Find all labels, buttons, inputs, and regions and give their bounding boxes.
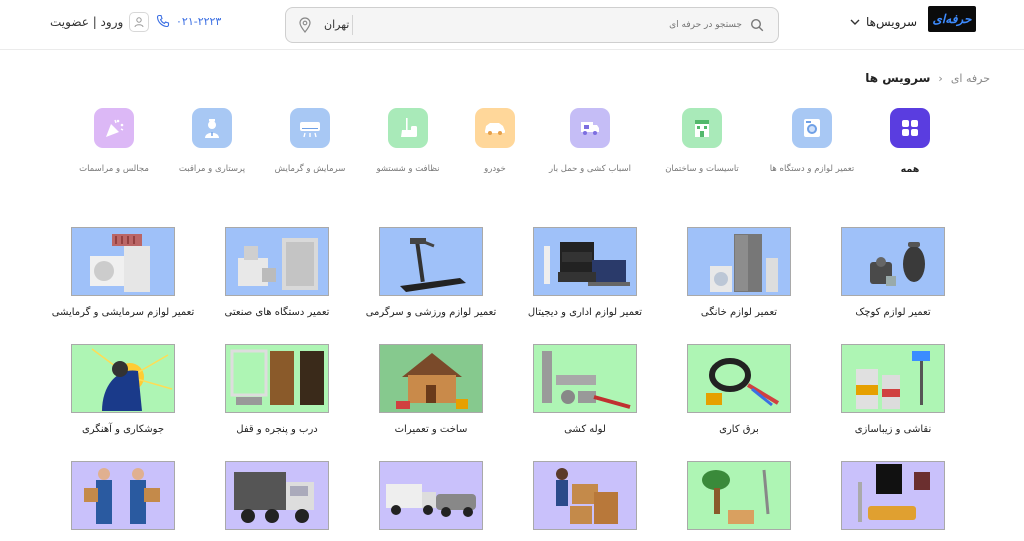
service-title: لوله کشی bbox=[564, 424, 606, 435]
service-title: ساخت و تعمیرات bbox=[394, 424, 468, 435]
service-image bbox=[687, 227, 791, 296]
service-title: تعمیر لوازم سرمایشی و گرمایشی bbox=[51, 307, 195, 318]
service-image bbox=[687, 461, 791, 530]
service-image bbox=[225, 461, 329, 530]
service-card[interactable]: جوشکاری و آهنگری bbox=[43, 344, 203, 435]
service-card[interactable]: برق کاری bbox=[659, 344, 819, 435]
service-card[interactable]: نقاشی و زیباسازی bbox=[813, 344, 973, 435]
service-image bbox=[533, 344, 637, 413]
service-card[interactable]: تعمیر لوازم ورزشی و سرگرمی bbox=[351, 227, 511, 318]
service-card[interactable] bbox=[197, 461, 357, 541]
service-image bbox=[841, 344, 945, 413]
service-card[interactable] bbox=[43, 461, 203, 541]
service-card[interactable]: تعمیر لوازم کوچک bbox=[813, 227, 973, 318]
service-title: جوشکاری و آهنگری bbox=[81, 424, 165, 435]
service-card[interactable] bbox=[659, 461, 819, 541]
service-title: نقاشی و زیباسازی bbox=[854, 424, 932, 435]
service-image bbox=[225, 227, 329, 296]
service-title: برق کاری bbox=[719, 424, 759, 435]
service-card[interactable]: تعمیر لوازم خانگی bbox=[659, 227, 819, 318]
service-title: تعمیر دستگاه های صنعتی bbox=[224, 307, 330, 318]
service-image bbox=[71, 461, 175, 530]
service-title: درب و پنجره و قفل bbox=[236, 424, 318, 435]
service-card[interactable]: تعمیر لوازم اداری و دیجیتال bbox=[505, 227, 665, 318]
service-card[interactable] bbox=[351, 461, 511, 541]
service-image bbox=[841, 227, 945, 296]
service-title: تعمیر لوازم اداری و دیجیتال bbox=[527, 307, 643, 318]
service-card[interactable]: تعمیر دستگاه های صنعتی bbox=[197, 227, 357, 318]
service-image bbox=[533, 461, 637, 530]
service-image bbox=[71, 344, 175, 413]
service-card[interactable]: درب و پنجره و قفل bbox=[197, 344, 357, 435]
service-title: تعمیر لوازم خانگی bbox=[700, 307, 778, 318]
service-card[interactable]: لوله کشی bbox=[505, 344, 665, 435]
service-title: تعمیر لوازم کوچک bbox=[855, 307, 931, 318]
service-image bbox=[841, 461, 945, 530]
service-title: تعمیر لوازم ورزشی و سرگرمی bbox=[365, 307, 497, 318]
services-grid: تعمیر لوازم کوچک تعمیر لوازم خانگی تعمیر… bbox=[0, 0, 1024, 534]
service-card[interactable]: تعمیر لوازم سرمایشی و گرمایشی bbox=[43, 227, 203, 318]
service-image bbox=[533, 227, 637, 296]
service-image bbox=[379, 227, 483, 296]
service-image bbox=[225, 344, 329, 413]
service-image bbox=[687, 344, 791, 413]
service-image bbox=[71, 227, 175, 296]
service-image bbox=[379, 344, 483, 413]
service-card[interactable] bbox=[505, 461, 665, 541]
service-card[interactable] bbox=[813, 461, 973, 541]
service-card[interactable]: ساخت و تعمیرات bbox=[351, 344, 511, 435]
service-image bbox=[379, 461, 483, 530]
